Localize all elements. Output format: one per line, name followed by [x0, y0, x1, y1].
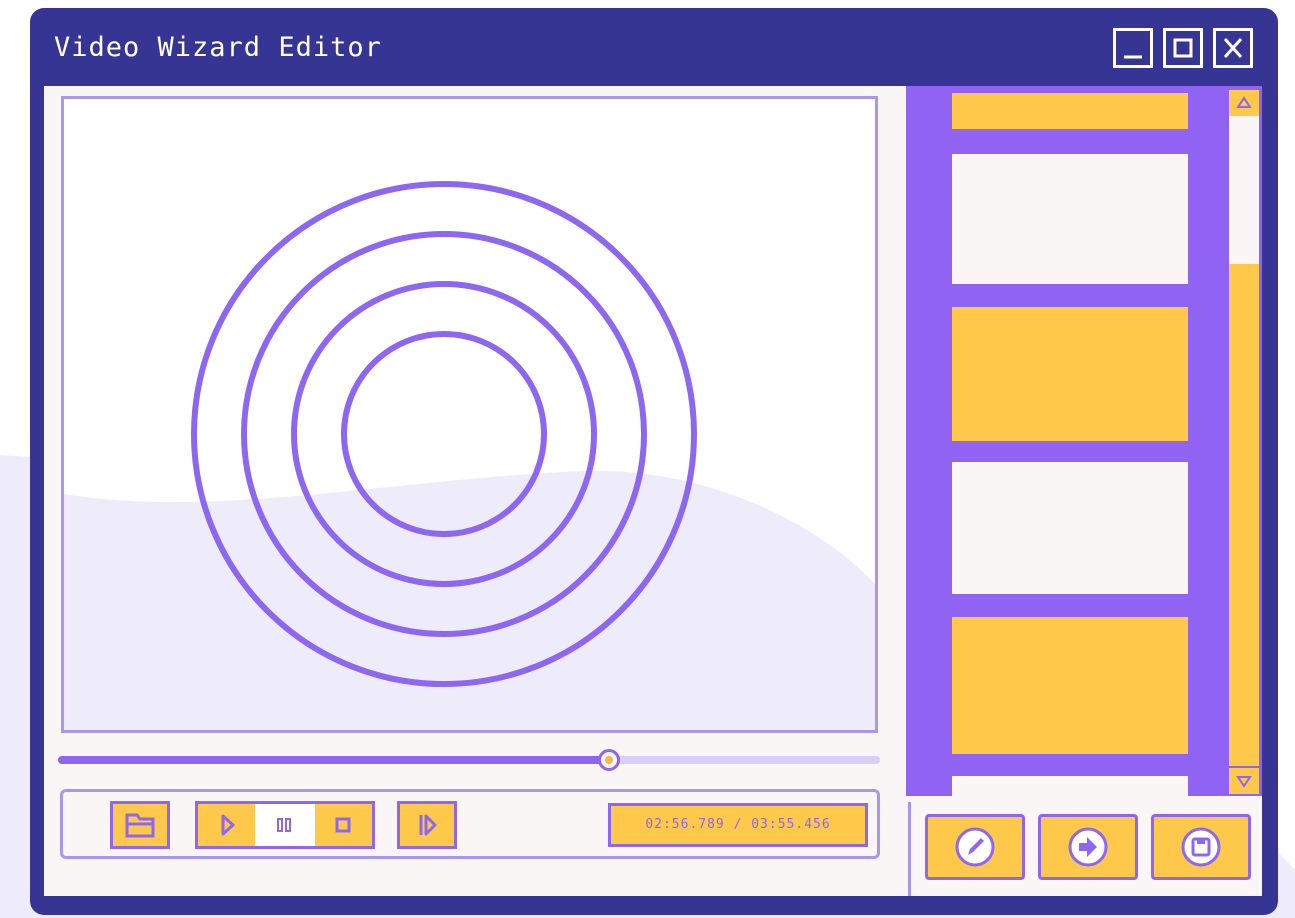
minimize-button[interactable] [1113, 28, 1153, 68]
edit-button[interactable] [925, 814, 1025, 880]
clip-thumbnail[interactable] [952, 93, 1188, 129]
time-display: 02:56.789 / 03:55.456 [608, 803, 868, 847]
maximize-icon [1173, 38, 1193, 58]
folder-icon [125, 813, 155, 838]
clip-thumbnail[interactable] [952, 462, 1188, 594]
export-button[interactable] [1038, 814, 1138, 880]
pause-button[interactable] [255, 801, 315, 849]
save-icon [1181, 827, 1221, 867]
scroll-thumb[interactable] [1229, 116, 1259, 264]
arrow-right-icon [1068, 827, 1108, 867]
maximize-button[interactable] [1163, 28, 1203, 68]
scroll-track[interactable] [1229, 116, 1259, 766]
scroll-up-icon [1236, 96, 1252, 108]
clip-thumbnail[interactable] [952, 776, 1188, 796]
action-bar [908, 802, 1262, 896]
timeline-slider[interactable] [58, 749, 880, 771]
clip-thumbnail[interactable] [952, 154, 1188, 284]
next-frame-icon [419, 814, 437, 836]
timeline-playhead[interactable] [597, 749, 620, 771]
clip-thumbnail[interactable] [952, 617, 1188, 754]
scroll-up-button[interactable] [1229, 90, 1259, 116]
minimize-icon [1124, 55, 1142, 59]
close-icon [1223, 38, 1243, 58]
pencil-icon [955, 827, 995, 867]
preview-frame [64, 181, 875, 730]
window-title: Video Wizard Editor [54, 32, 382, 63]
timeline-progress [58, 756, 609, 764]
pause-icon [277, 818, 291, 832]
thumbnail-scrollbar[interactable] [1226, 86, 1262, 796]
play-button[interactable] [195, 801, 255, 849]
stop-icon [335, 817, 351, 833]
open-file-button[interactable] [110, 801, 170, 849]
stop-button[interactable] [315, 801, 375, 849]
editor-body: 02:56.789 / 03:55.456 [44, 86, 1262, 896]
next-frame-button[interactable] [397, 801, 457, 849]
clip-thumbnail-list[interactable] [906, 86, 1226, 796]
app-window: Video Wizard Editor 02:56.789 / 03:55.45… [30, 8, 1278, 915]
save-button[interactable] [1151, 814, 1251, 880]
close-button[interactable] [1213, 28, 1253, 68]
play-icon [221, 814, 235, 836]
clip-thumbnail[interactable] [952, 307, 1188, 441]
scroll-down-button[interactable] [1229, 768, 1259, 794]
playback-controls: 02:56.789 / 03:55.456 [60, 789, 880, 859]
video-preview[interactable] [61, 96, 878, 733]
scroll-down-icon [1236, 776, 1252, 788]
